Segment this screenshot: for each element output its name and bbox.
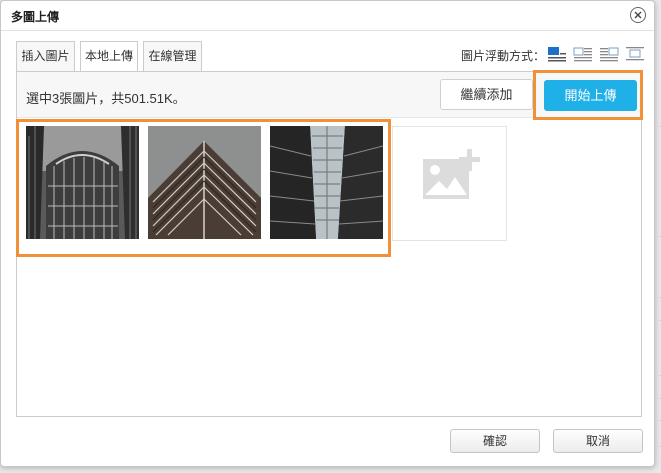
tab-local-upload[interactable]: 本地上傳 [80,41,138,72]
close-icon[interactable] [630,7,646,23]
start-upload-highlight [533,70,643,120]
thumbnails-highlight [16,119,391,257]
confirm-button[interactable]: 確認 [450,429,540,453]
align-center-icon[interactable] [625,46,645,62]
selection-summary: 選中3張圖片，共501.51K。 [26,91,186,106]
float-options-label: 圖片浮動方式： [461,49,546,63]
cancel-button[interactable]: 取消 [553,429,643,453]
dialog-titlebar: 多圖上傳 [1,1,654,31]
align-none-icon[interactable] [547,46,567,62]
background-edge [655,0,661,473]
align-left-icon[interactable] [573,46,593,62]
continue-add-button[interactable]: 繼續添加 [440,79,533,110]
tab-online-manage[interactable]: 在線管理 [143,41,202,71]
align-right-icon[interactable] [599,46,619,62]
add-image-placeholder[interactable] [392,126,507,241]
dialog-title: 多圖上傳 [11,10,60,24]
add-image-icon [423,149,480,199]
tab-insert-image[interactable]: 插入圖片 [16,41,75,71]
